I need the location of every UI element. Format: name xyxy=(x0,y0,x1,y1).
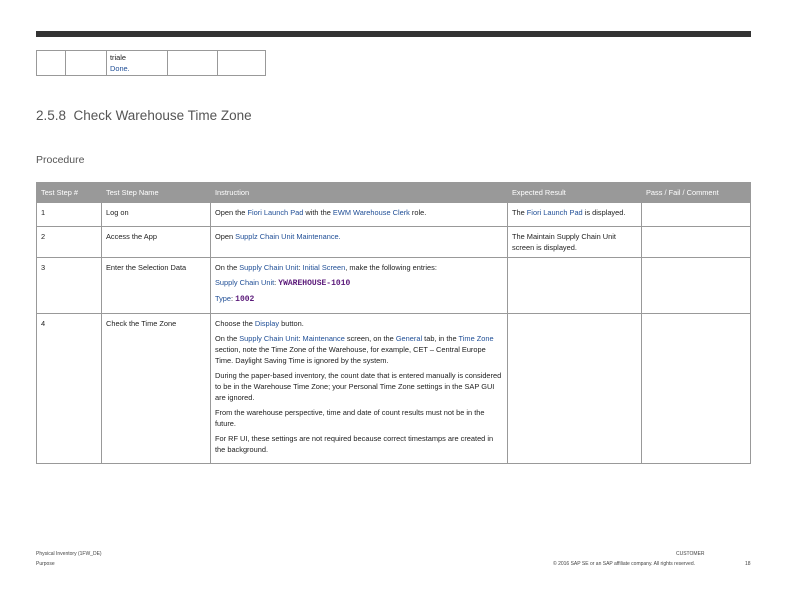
link[interactable]: Supply Chain Unit xyxy=(239,334,298,343)
table-row: 4 Check the Time Zone Choose the Display b… xyxy=(36,313,751,464)
instruction-paragraph: Type: 1002 xyxy=(215,293,503,305)
text: is displayed. xyxy=(582,208,626,217)
test-steps-table: Test Step # Test Step Name Instruction E… xyxy=(36,182,751,464)
link[interactable]: Display xyxy=(255,319,279,328)
instruction-cell: On the Supply Chain Unit: Initial Screen… xyxy=(210,257,508,314)
expected-result-cell: The Fiori Launch Pad is displayed. xyxy=(507,202,642,227)
step-number: 1 xyxy=(36,202,102,227)
link[interactable]: Supplz Chain Unit Maintenance. xyxy=(235,232,341,241)
instruction-paragraph: On the Supply Chain Unit: Initial Screen… xyxy=(215,262,503,273)
text: On the xyxy=(215,263,240,272)
text: During the paper-based inventory, the co… xyxy=(215,371,502,402)
instruction-paragraph: For RF UI, these settings are not requir… xyxy=(215,433,503,455)
link[interactable]: EWM Warehouse Clerk xyxy=(333,208,410,217)
instruction-paragraph: From the warehouse perspective, time and… xyxy=(215,407,503,429)
comment-cell xyxy=(641,202,751,227)
instruction-cell: Open Supplz Chain Unit Maintenance. xyxy=(210,226,508,258)
instruction-cell: Open the Fiori Launch Pad with the EWM W… xyxy=(210,202,508,227)
text: From the warehouse perspective, time and… xyxy=(215,408,485,428)
done-link[interactable]: Done. xyxy=(110,63,164,74)
section-heading: 2.5.8 Check Warehouse Time Zone xyxy=(36,108,252,123)
header-instruction: Instruction xyxy=(210,182,508,203)
text: with the xyxy=(303,208,333,217)
instruction-paragraph: During the paper-based inventory, the co… xyxy=(215,370,503,403)
link[interactable]: Time Zone xyxy=(459,334,494,343)
instruction-paragraph: Open the Fiori Launch Pad with the EWM W… xyxy=(215,207,503,218)
entry-value: YWAREHOUSE-1010 xyxy=(278,279,351,288)
expected-result-cell: The Maintain Supply Chain Unit screen is… xyxy=(507,226,642,258)
header-step: Test Step # xyxy=(36,182,102,203)
link[interactable]: Supply Chain Unit xyxy=(215,278,274,287)
footer-purpose: Purpose xyxy=(36,561,55,567)
table-row: 1 Log on Open the Fiori Launch Pad with th… xyxy=(36,202,751,227)
text: Open the xyxy=(215,208,248,217)
previous-table-fragment: triale Done. xyxy=(36,50,266,76)
instruction-paragraph: Open Supplz Chain Unit Maintenance. xyxy=(215,231,503,242)
link[interactable]: Initial Screen xyxy=(303,263,346,272)
header-name: Test Step Name xyxy=(101,182,211,203)
step-number: 3 xyxy=(36,257,102,314)
instruction-paragraph: Choose the Display button. xyxy=(215,318,503,329)
link[interactable]: Supply Chain Unit xyxy=(239,263,298,272)
comment-cell xyxy=(641,313,751,464)
text: Open xyxy=(215,232,236,241)
step-name: Enter the Selection Data xyxy=(101,257,211,314)
comment-cell xyxy=(641,226,751,258)
instruction-cell: Choose the Display button. On the Supply … xyxy=(210,313,508,464)
link[interactable]: Maintenance xyxy=(303,334,345,343)
text: role. xyxy=(409,208,427,217)
section-title: Check Warehouse Time Zone xyxy=(73,108,252,123)
cell-text: triale xyxy=(110,53,127,62)
footer-doc-title: Physical Inventory (1FW_DE) xyxy=(36,551,102,557)
text: tab, in the xyxy=(422,334,459,343)
text: For RF UI, these settings are not requir… xyxy=(215,434,494,454)
table-row: 3 Enter the Selection Data On the Supply C… xyxy=(36,257,751,314)
expected-result-cell xyxy=(507,313,642,464)
text: The Maintain Supply Chain Unit screen is… xyxy=(512,232,616,252)
link[interactable]: General xyxy=(396,334,422,343)
instruction-paragraph: Supply Chain Unit: YWAREHOUSE-1010 xyxy=(215,277,503,289)
text: , make the following entries: xyxy=(345,263,437,272)
text: On the xyxy=(215,334,240,343)
header-expected: Expected Result xyxy=(507,182,642,203)
entry-value: 1002 xyxy=(235,295,255,304)
expected-result-cell xyxy=(507,257,642,314)
document-page: triale Done. 2.5.8 Check Warehouse Time Z… xyxy=(0,0,793,613)
footer-classification: CUSTOMER xyxy=(676,551,705,557)
text: button. xyxy=(279,319,304,328)
instruction-paragraph: On the Supply Chain Unit: Maintenance sc… xyxy=(215,333,503,366)
text: screen, on the xyxy=(344,334,396,343)
text: Choose the xyxy=(215,319,255,328)
step-name: Access the App xyxy=(101,226,211,258)
header-bar xyxy=(36,31,751,37)
step-name: Check the Time Zone xyxy=(101,313,211,464)
comment-cell xyxy=(641,257,751,314)
section-number: 2.5.8 xyxy=(36,108,67,123)
table-row: 2 Access the App Open Supplz Chain Unit Ma… xyxy=(36,226,751,258)
procedure-label: Procedure xyxy=(36,154,85,166)
step-number: 4 xyxy=(36,313,102,464)
text: section, note the Time Zone of the Wareh… xyxy=(215,345,486,365)
footer-copyright: © 2016 SAP SE or an SAP affiliate compan… xyxy=(553,561,696,567)
link[interactable]: Fiori Launch Pad xyxy=(527,208,583,217)
header-comment: Pass / Fail / Comment xyxy=(641,182,751,203)
step-number: 2 xyxy=(36,226,102,258)
link[interactable]: Fiori Launch Pad xyxy=(247,208,303,217)
text: The xyxy=(512,208,527,217)
step-name: Log on xyxy=(101,202,211,227)
page-number: 18 xyxy=(745,561,751,567)
link[interactable]: Type xyxy=(215,294,231,303)
